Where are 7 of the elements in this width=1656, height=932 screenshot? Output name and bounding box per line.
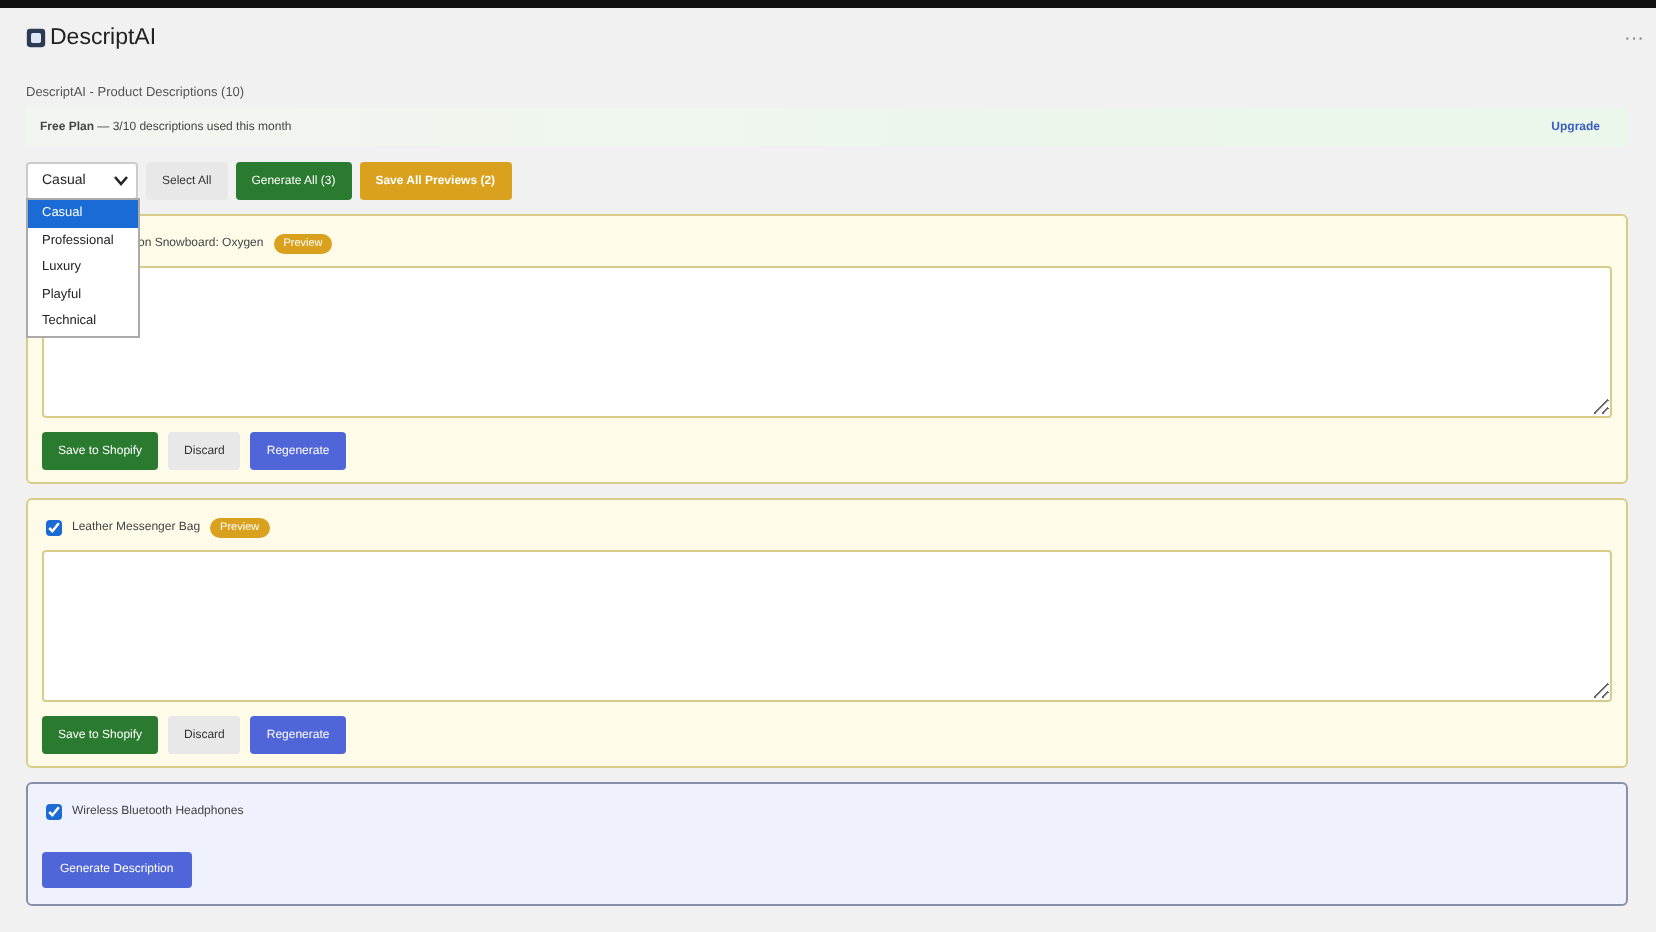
app-title: DescriptAI bbox=[50, 26, 157, 50]
description-field[interactable] bbox=[42, 550, 1612, 702]
more-menu-button[interactable]: ··· bbox=[1624, 27, 1644, 49]
product-checkbox[interactable] bbox=[46, 520, 62, 536]
caret-icon bbox=[114, 176, 128, 186]
product-checkbox[interactable] bbox=[46, 804, 62, 820]
document-icon bbox=[26, 28, 46, 48]
